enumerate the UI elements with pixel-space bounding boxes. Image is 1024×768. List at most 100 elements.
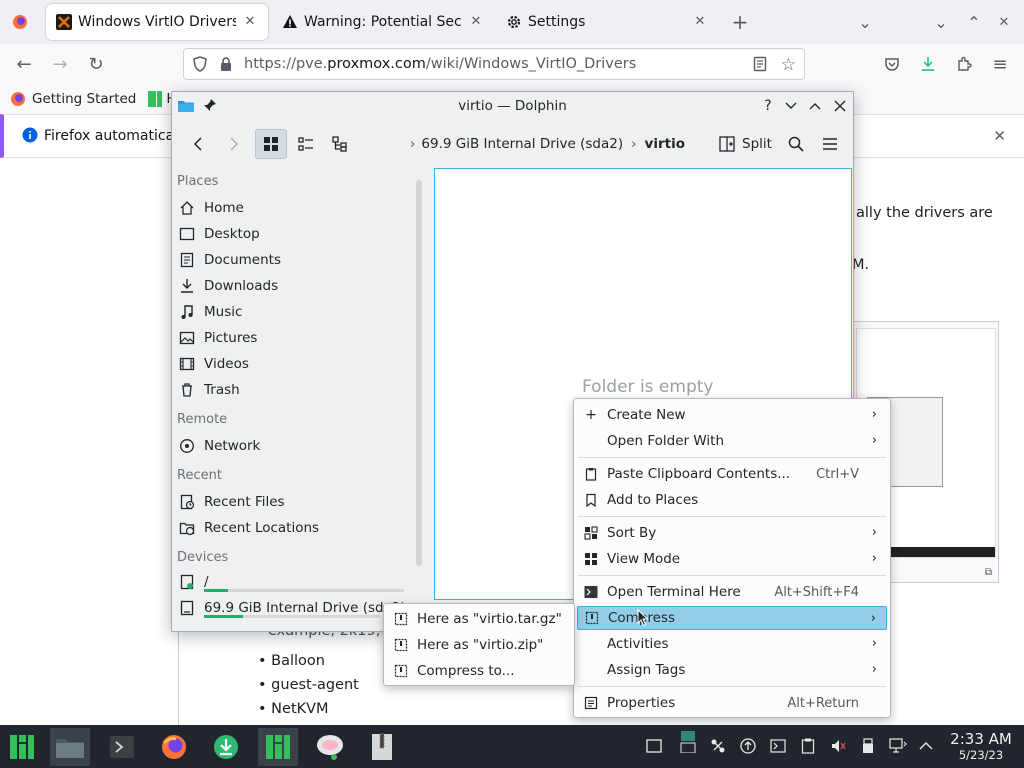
menu-item-create-new[interactable]: + Create New ›: [577, 403, 887, 427]
places-item-home[interactable]: Home: [177, 196, 407, 220]
menu-item-add-to-places[interactable]: Add to Places: [577, 488, 887, 512]
trash-icon: [177, 381, 197, 399]
search-button[interactable]: [781, 129, 811, 159]
firefox-view-icon[interactable]: [6, 8, 34, 36]
bookmark-star-icon[interactable]: ☆: [781, 55, 796, 75]
breadcrumb-item-drive[interactable]: 69.9 GiB Internal Drive (sda2): [421, 136, 623, 152]
tab-warning-security[interactable]: Warning: Potential Security ✕: [272, 4, 494, 40]
tab-settings[interactable]: Settings ✕: [496, 4, 718, 40]
places-item-videos[interactable]: Videos: [177, 352, 407, 376]
compact-view-button[interactable]: [290, 129, 322, 159]
url-text[interactable]: https://pve.proxmox.com/wiki/Windows_Vir…: [244, 56, 636, 72]
tray-kde-connect-icon[interactable]: [709, 737, 727, 755]
taskbar-manjaro-settings[interactable]: [258, 728, 298, 766]
taskbar-firefox[interactable]: [154, 728, 194, 766]
tray-clipboard-icon[interactable]: [799, 737, 817, 755]
breadcrumb-item-virtio[interactable]: virtio: [645, 136, 685, 152]
downloads-icon[interactable]: [914, 50, 942, 78]
digital-clock[interactable]: 2:33 AM 5/23/23: [944, 730, 1018, 762]
pocket-icon[interactable]: [878, 50, 906, 78]
tray-removable-device-icon[interactable]: [859, 737, 877, 755]
icons-view-button[interactable]: [255, 129, 287, 159]
taskbar: 2:33 AM 5/23/23: [0, 725, 1024, 768]
tray-window-icon[interactable]: [645, 737, 663, 755]
tray-volume-muted-icon[interactable]: [829, 737, 847, 755]
extensions-icon[interactable]: [950, 50, 978, 78]
menu-item-paste[interactable]: Paste Clipboard Contents... Ctrl+V: [577, 462, 887, 486]
places-item-desktop[interactable]: Desktop: [177, 222, 407, 246]
details-view-button[interactable]: [324, 129, 356, 159]
tray-terminal-icon[interactable]: [769, 737, 787, 755]
menu-item-open-terminal[interactable]: Open Terminal Here Alt+Shift+F4: [577, 580, 887, 604]
reader-view-icon[interactable]: [752, 56, 768, 72]
back-button[interactable]: [184, 129, 214, 159]
window-maximize-icon[interactable]: ⌃: [960, 8, 988, 36]
proxmox-favicon-icon: [56, 14, 72, 30]
menu-item-activities[interactable]: Activities ›: [577, 632, 887, 656]
close-icon[interactable]: [831, 97, 849, 115]
minimize-icon[interactable]: [782, 97, 800, 115]
places-item-pictures[interactable]: Pictures: [177, 326, 407, 350]
empty-folder-message: Folder is empty: [582, 377, 714, 397]
lock-icon[interactable]: [218, 56, 234, 72]
taskbar-terminal[interactable]: [102, 728, 142, 766]
submenu-item-tar-gz[interactable]: Here as "virtio.tar.gz": [387, 607, 571, 631]
taskbar-update-manager[interactable]: [206, 728, 246, 766]
menu-item-view-mode[interactable]: View Mode ›: [577, 547, 887, 571]
reload-icon[interactable]: ↻: [82, 50, 110, 78]
maximize-icon[interactable]: [806, 97, 824, 115]
window-minimize-icon[interactable]: ⌄: [927, 8, 955, 36]
window-close-icon[interactable]: ✕: [990, 8, 1018, 36]
help-icon[interactable]: ?: [759, 97, 777, 115]
tray-update-icon[interactable]: [739, 737, 757, 755]
taskbar-dolphin[interactable]: [50, 728, 90, 766]
tab-windows-virtio-drivers[interactable]: Windows VirtIO Drivers - P ✕: [46, 4, 268, 40]
menu-item-assign-tags[interactable]: Assign Tags ›: [577, 658, 887, 682]
tray-network-icon[interactable]: [889, 737, 907, 755]
bookmark-getting-started[interactable]: Getting Started: [10, 91, 136, 107]
application-launcher[interactable]: [2, 728, 42, 766]
window-title: virtio — Dolphin: [458, 98, 567, 114]
hamburger-menu-icon[interactable]: ≡: [986, 50, 1014, 78]
forward-arrow-icon[interactable]: →: [46, 50, 74, 78]
places-item-downloads[interactable]: Downloads: [177, 274, 407, 298]
places-item-music[interactable]: Music: [177, 300, 407, 324]
places-item-recent-files[interactable]: Recent Files: [177, 490, 407, 514]
places-item-recent-locations[interactable]: Recent Locations: [177, 516, 407, 540]
places-scrollbar[interactable]: [416, 180, 422, 566]
downloads-icon: [177, 277, 197, 295]
new-tab-icon[interactable]: +: [726, 8, 754, 36]
hamburger-menu-button[interactable]: [815, 129, 845, 159]
tray-expand-chevron-icon[interactable]: [917, 737, 935, 755]
dolphin-titlebar[interactable]: virtio — Dolphin ?: [172, 92, 853, 120]
submenu-item-compress-to[interactable]: Compress to...: [387, 659, 571, 683]
places-item-network[interactable]: Network: [177, 434, 407, 458]
menu-item-properties[interactable]: Properties Alt+Return: [577, 691, 887, 715]
url-bar[interactable]: https://pve.proxmox.com/wiki/Windows_Vir…: [183, 48, 805, 80]
split-button[interactable]: Split: [717, 129, 773, 159]
mouse-cursor-icon: [637, 609, 649, 627]
tab-close-icon[interactable]: ✕: [468, 14, 484, 30]
documents-icon: [177, 251, 197, 269]
capacity-fill: [204, 589, 228, 592]
tray-workspace-icon[interactable]: [679, 731, 697, 753]
places-item-trash[interactable]: Trash: [177, 378, 407, 402]
enlarge-icon[interactable]: ⧉: [985, 567, 992, 578]
shield-icon[interactable]: [192, 56, 208, 72]
taskbar-archive-manager[interactable]: [362, 728, 402, 766]
taskbar-virt-manager[interactable]: [310, 728, 350, 766]
manjaro-logo-icon: [266, 735, 290, 759]
firefox-tab-bar: Windows VirtIO Drivers - P ✕ Warning: Po…: [0, 0, 1024, 44]
forward-button[interactable]: [218, 129, 248, 159]
menu-item-compress[interactable]: Compress ›: [577, 606, 887, 630]
places-item-documents[interactable]: Documents: [177, 248, 407, 272]
menu-item-open-folder-with[interactable]: Open Folder With ›: [577, 429, 887, 453]
tab-close-icon[interactable]: ✕: [692, 14, 708, 30]
submenu-item-zip[interactable]: Here as "virtio.zip": [387, 633, 571, 657]
notification-close-icon[interactable]: ✕: [993, 127, 1006, 145]
archive-icon: [372, 733, 392, 760]
list-all-tabs-icon[interactable]: ⌄: [851, 8, 879, 36]
menu-item-sort-by[interactable]: Sort By ›: [577, 521, 887, 545]
tab-close-icon[interactable]: ✕: [242, 14, 258, 30]
back-arrow-icon[interactable]: ←: [10, 50, 38, 78]
